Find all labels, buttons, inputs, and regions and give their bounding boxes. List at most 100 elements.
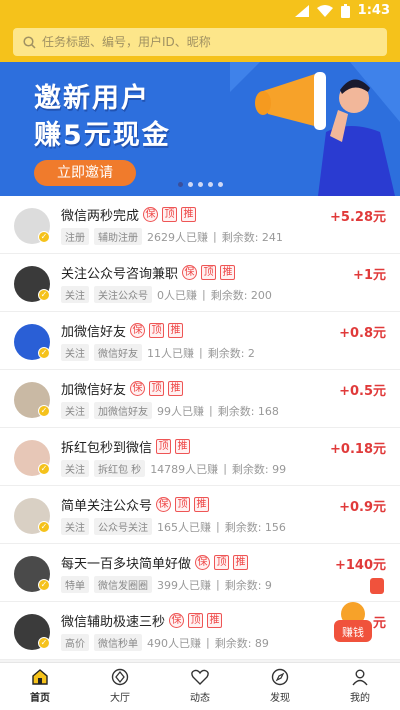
task-category-chip: 特单 (61, 576, 89, 593)
task-category-chip: 微信秒单 (94, 634, 142, 651)
task-category-chip: 公众号关注 (94, 518, 152, 535)
task-category-chip: 微信发圈圈 (94, 576, 152, 593)
task-title-row: 简单关注公众号保顶推 (61, 495, 210, 514)
task-tag: 推 (207, 613, 223, 628)
task-title: 加微信好友 (61, 383, 127, 398)
task-row[interactable]: ✓ 拆红包秒到微信顶推关注 拆红包 秒 14789人已赚 | 剩余数: 99 +0.18元 (0, 428, 400, 486)
promo-banner[interactable]: 邀新用户 赚5元现金 立即邀请 (0, 62, 400, 196)
nav-label: 动态 (190, 693, 210, 704)
task-tag: 保 (156, 497, 172, 512)
task-category-chip: 关注公众号 (94, 286, 152, 303)
task-earned-count: 165人已赚 (157, 520, 211, 534)
task-earned-count: 399人已赚 (157, 578, 211, 592)
battery-icon (340, 3, 350, 18)
task-list: ✓ 微信两秒完成保顶推注册 辅助注册 2629人已赚 | 剩余数: 241 +5.28元 ✓ 关… (0, 196, 400, 660)
float-badge-text: 赚钱 (342, 625, 364, 639)
task-title: 拆红包秒到微信 (61, 441, 153, 456)
nav-profile[interactable]: 我的 (320, 663, 400, 710)
task-meta-row: 关注 拆红包 秒 14789人已赚 | 剩余数: 99 (61, 460, 286, 477)
stat-divider: | (202, 288, 206, 301)
task-title-row: 拆红包秒到微信顶推 (61, 437, 191, 456)
nav-hall[interactable]: 大厅 (80, 663, 160, 710)
signal-icon (294, 4, 309, 17)
task-tag: 顶 (156, 439, 172, 454)
task-earned-count: 11人已赚 (147, 346, 194, 360)
carousel-dot[interactable] (188, 182, 193, 187)
task-row[interactable]: ✓ 关注公众号咨询兼职保顶推关注 关注公众号 0人已赚 | 剩余数: 200 +1元 (0, 254, 400, 312)
task-earned-count: 0人已赚 (157, 288, 197, 302)
task-meta-row: 高价 微信秒单 490人已赚 | 剩余数: 89 (61, 634, 269, 651)
task-tag: 顶 (201, 265, 217, 280)
stat-divider: | (199, 346, 203, 359)
task-title: 微信两秒完成 (61, 209, 140, 224)
task-row[interactable]: ✓ 每天一百多块简单好做保顶推特单 微信发圈圈 399人已赚 | 剩余数: 9 +140元 (0, 544, 400, 602)
task-title: 简单关注公众号 (61, 499, 153, 514)
task-category-chip: 关注 (61, 286, 89, 303)
banner-title-line2: 赚5元现金 (34, 120, 171, 151)
task-row[interactable]: ✓ 微信两秒完成保顶推注册 辅助注册 2629人已赚 | 剩余数: 241 +5.28元 (0, 196, 400, 254)
stat-divider: | (223, 462, 227, 475)
task-meta-row: 特单 微信发圈圈 399人已赚 | 剩余数: 9 (61, 576, 272, 593)
task-meta-row: 关注 加微信好友 99人已赚 | 剩余数: 168 (61, 402, 279, 419)
task-tag: 保 (169, 613, 185, 628)
task-title-row: 每天一百多块简单好做保顶推 (61, 553, 249, 572)
bottom-nav: 首页 大厅 动态 发现 我的 (0, 662, 400, 710)
hall-icon (111, 668, 129, 686)
task-earned-count: 2629人已赚 (147, 230, 208, 244)
task-title-row: 微信两秒完成保顶推 (61, 205, 197, 224)
task-reward: +0.5元 (339, 384, 386, 399)
verified-badge-icon: ✓ (38, 289, 50, 301)
task-earned-count: 14789人已赚 (150, 462, 219, 476)
task-remaining-count: 剩余数: 2 (207, 346, 255, 360)
search-bar (0, 24, 400, 62)
nav-home[interactable]: 首页 (0, 663, 80, 710)
task-category-chip: 注册 (61, 228, 89, 245)
nav-feed[interactable]: 动态 (160, 663, 240, 710)
verified-badge-icon: ✓ (38, 231, 50, 243)
task-tag: 保 (195, 555, 211, 570)
task-row[interactable]: ✓ 加微信好友保顶推关注 微信好友 11人已赚 | 剩余数: 2 +0.8元 (0, 312, 400, 370)
carousel-dot[interactable] (208, 182, 213, 187)
document-icon[interactable] (370, 578, 384, 594)
task-title-row: 加微信好友保顶推 (61, 379, 184, 398)
earn-money-float-icon[interactable]: 赚钱 (330, 600, 376, 646)
task-tag: 顶 (149, 381, 165, 396)
banner-title-line1: 邀新用户 (34, 83, 150, 114)
task-remaining-count: 剩余数: 99 (231, 462, 287, 476)
task-tag: 保 (130, 381, 146, 396)
verified-badge-icon: ✓ (38, 405, 50, 417)
task-tag: 保 (182, 265, 198, 280)
task-meta-row: 注册 辅助注册 2629人已赚 | 剩余数: 241 (61, 228, 283, 245)
task-row[interactable]: ✓ 简单关注公众号保顶推关注 公众号关注 165人已赚 | 剩余数: 156 +0.9元 (0, 486, 400, 544)
task-row[interactable]: ✓ 加微信好友保顶推关注 加微信好友 99人已赚 | 剩余数: 168 +0.5元 (0, 370, 400, 428)
task-tag: 推 (233, 555, 249, 570)
task-meta-row: 关注 微信好友 11人已赚 | 剩余数: 2 (61, 344, 255, 361)
verified-badge-icon: ✓ (38, 521, 50, 533)
task-reward: +1元 (353, 268, 386, 283)
carousel-dot[interactable] (178, 182, 183, 187)
nav-discover[interactable]: 发现 (240, 663, 320, 710)
task-tag: 顶 (214, 555, 230, 570)
stat-divider: | (216, 520, 220, 533)
invite-button[interactable]: 立即邀请 (34, 160, 136, 186)
search-icon (23, 35, 36, 49)
task-meta-row: 关注 公众号关注 165人已赚 | 剩余数: 156 (61, 518, 286, 535)
task-title: 加微信好友 (61, 325, 127, 340)
task-title: 微信辅助极速三秒 (61, 615, 166, 630)
task-tag: 保 (143, 207, 159, 222)
stat-divider: | (213, 230, 217, 243)
stat-divider: | (216, 578, 220, 591)
task-category-chip: 拆红包 秒 (94, 460, 146, 477)
status-time: 1:43 (357, 3, 390, 18)
carousel-dot[interactable] (218, 182, 223, 187)
task-title-row: 加微信好友保顶推 (61, 321, 184, 340)
carousel-dot[interactable] (198, 182, 203, 187)
task-category-chip: 关注 (61, 518, 89, 535)
compass-icon (271, 668, 289, 686)
task-tag: 推 (220, 265, 236, 280)
search-box[interactable] (13, 28, 387, 56)
wifi-icon (316, 4, 333, 17)
task-earned-count: 490人已赚 (147, 636, 201, 650)
task-reward: +0.9元 (339, 500, 386, 515)
search-input[interactable] (42, 35, 362, 49)
